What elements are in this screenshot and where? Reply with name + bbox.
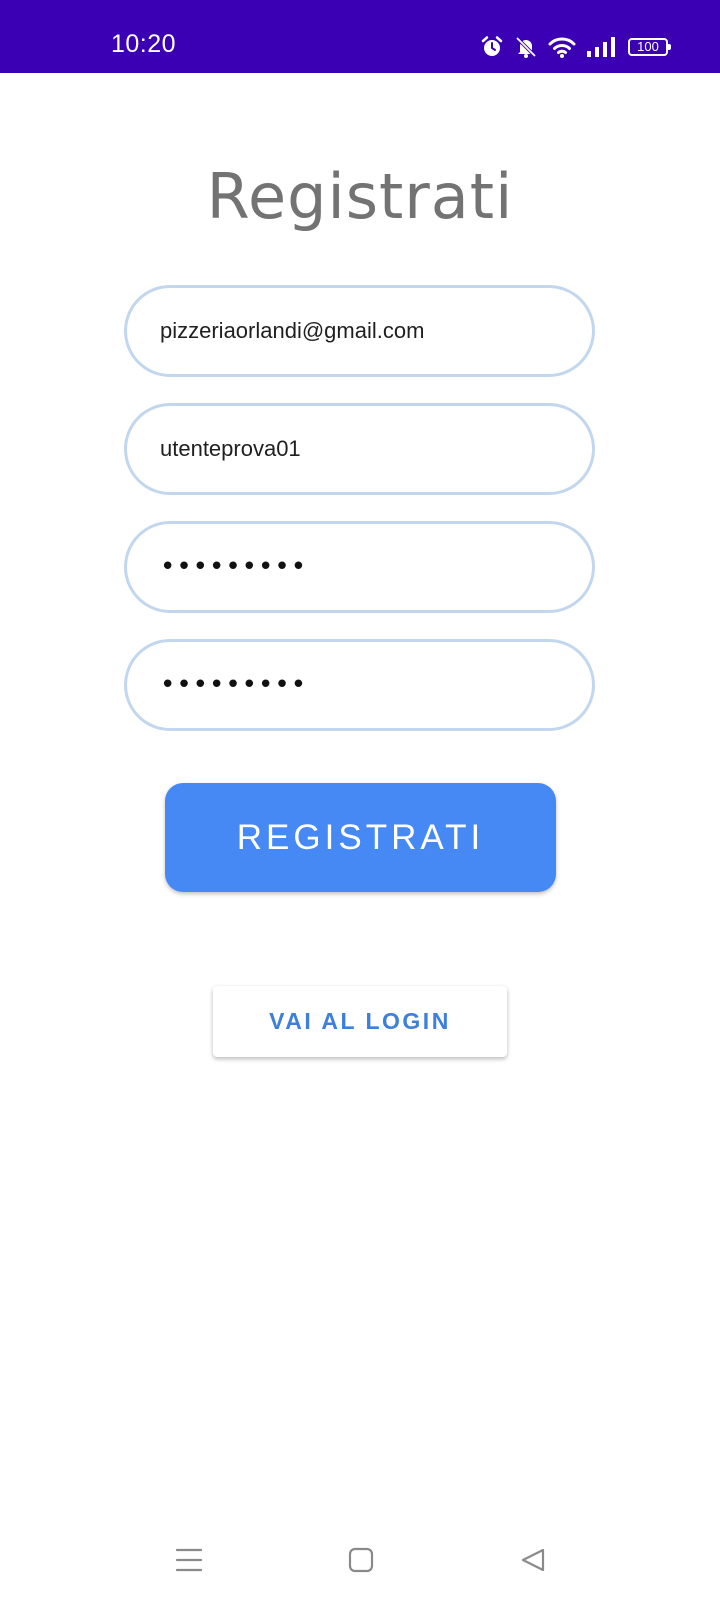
navigation-bar xyxy=(0,1520,720,1600)
register-button[interactable]: REGISTRATI xyxy=(165,783,556,892)
password-field[interactable] xyxy=(124,521,595,613)
alarm-icon xyxy=(480,35,504,59)
email-input[interactable] xyxy=(160,318,592,344)
go-to-login-button[interactable]: VAI AL LOGIN xyxy=(213,986,507,1057)
confirm-password-input[interactable] xyxy=(160,670,592,700)
register-screen: 10:20 100 Registrati pizzeriaorlandi@gma… xyxy=(0,0,720,1600)
battery-icon: 100 xyxy=(628,38,671,56)
username-field[interactable] xyxy=(124,403,595,495)
username-input[interactable] xyxy=(160,436,592,462)
status-bar: 10:20 100 xyxy=(0,0,720,73)
menu-icon[interactable] xyxy=(167,1538,211,1582)
status-time: 10:20 xyxy=(111,30,177,58)
status-icons: 100 xyxy=(480,33,671,61)
back-icon[interactable] xyxy=(511,1538,555,1582)
signal-icon xyxy=(586,36,618,58)
password-input[interactable] xyxy=(160,552,592,582)
email-field[interactable] xyxy=(124,285,595,377)
bell-muted-icon xyxy=(514,35,538,59)
page-title: Registrati xyxy=(206,159,514,233)
wifi-icon xyxy=(548,35,576,59)
confirm-password-field[interactable] xyxy=(124,639,595,731)
home-icon[interactable] xyxy=(339,1538,383,1582)
